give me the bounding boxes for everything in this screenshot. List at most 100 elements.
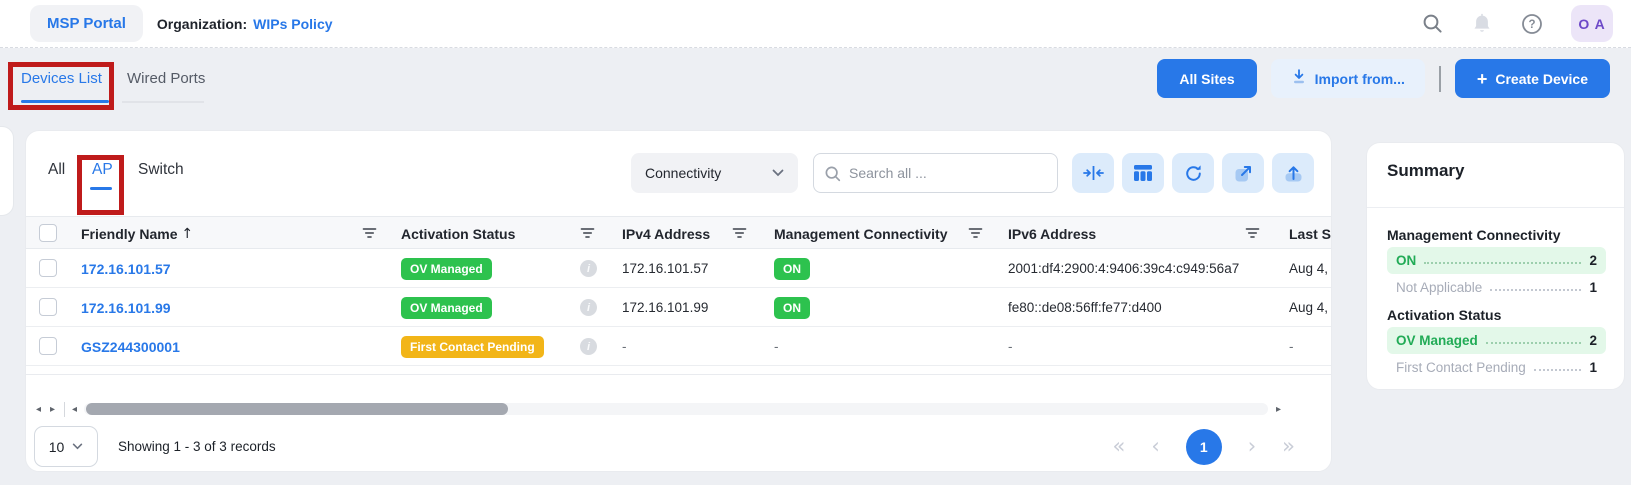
summary-item[interactable]: First Contact Pending 1 bbox=[1387, 354, 1606, 381]
filter-icon[interactable] bbox=[968, 226, 983, 242]
status-badge: OV Managed bbox=[401, 258, 492, 280]
last-page-button[interactable]: » bbox=[1282, 436, 1295, 457]
summary-item-value: 2 bbox=[1589, 333, 1597, 348]
search-icon[interactable] bbox=[1422, 13, 1443, 34]
chevron-down-icon bbox=[72, 443, 83, 450]
filter-icon[interactable] bbox=[362, 226, 377, 242]
previous-page-button[interactable]: ‹ bbox=[1151, 436, 1159, 457]
ipv6-value: 2001:df4:2900:4:9406:39c4:c949:56a7 bbox=[1008, 249, 1239, 288]
page-size-value: 10 bbox=[49, 439, 65, 455]
column-header-ipv6[interactable]: IPv6 Address bbox=[1008, 217, 1096, 250]
scrollbar-thumb[interactable] bbox=[86, 403, 508, 415]
fit-columns-button[interactable] bbox=[1072, 153, 1114, 193]
filter-icon[interactable] bbox=[1245, 226, 1260, 242]
connectivity-filter-value: Connectivity bbox=[645, 165, 721, 181]
column-header-friendly-name[interactable]: Friendly Name ↑ bbox=[81, 217, 193, 250]
row-checkbox[interactable] bbox=[39, 298, 57, 316]
open-in-new-icon bbox=[1234, 164, 1253, 183]
row-checkbox[interactable] bbox=[39, 259, 57, 277]
scroll-left-icon[interactable]: ◂ bbox=[36, 405, 41, 415]
notifications-bell-icon[interactable] bbox=[1471, 13, 1493, 35]
scroll-left-icon[interactable]: ◂ bbox=[72, 405, 77, 415]
dotted-leader bbox=[1486, 342, 1582, 344]
page-tabs-row: Devices List Wired Ports All Sites Impor… bbox=[0, 48, 1631, 116]
scroll-right-icon[interactable]: ▸ bbox=[1276, 405, 1281, 415]
svg-text:?: ? bbox=[1528, 19, 1535, 31]
summary-divider bbox=[1367, 207, 1624, 208]
open-in-new-button[interactable] bbox=[1222, 153, 1264, 193]
devices-list-card: All AP Switch Connectivity Friendly Name… bbox=[25, 130, 1332, 472]
refresh-button[interactable] bbox=[1172, 153, 1214, 193]
ipv4-value: - bbox=[622, 327, 627, 366]
filter-icon[interactable] bbox=[732, 226, 747, 242]
info-icon[interactable]: i bbox=[580, 299, 597, 316]
device-type-tab-switch[interactable]: Switch bbox=[138, 161, 184, 179]
organization-label: Organization: bbox=[157, 16, 247, 32]
summary-panel: Summary Management Connectivity ON 2 Not… bbox=[1366, 142, 1625, 390]
horizontal-scrollbar[interactable] bbox=[84, 403, 1268, 415]
sort-ascending-icon[interactable]: ↑ bbox=[181, 226, 193, 242]
filter-icon[interactable] bbox=[580, 226, 595, 242]
summary-item[interactable]: Not Applicable 1 bbox=[1387, 274, 1606, 301]
tab-wired-ports[interactable]: Wired Ports bbox=[127, 70, 205, 87]
import-from-button[interactable]: Import from... bbox=[1271, 59, 1425, 98]
export-upload-button[interactable] bbox=[1272, 153, 1314, 193]
dotted-leader bbox=[1490, 289, 1581, 291]
connectivity-value: - bbox=[774, 327, 779, 366]
device-name-link[interactable]: GSZ244300001 bbox=[81, 339, 180, 355]
fit-columns-icon bbox=[1083, 164, 1104, 182]
organization-link[interactable]: WIPs Policy bbox=[253, 16, 332, 32]
table-row: GSZ244300001 First Contact Pending i - -… bbox=[26, 327, 1332, 366]
column-header-management-connectivity[interactable]: Management Connectivity bbox=[774, 217, 947, 250]
ipv6-value: fe80::de08:56ff:fe77:d400 bbox=[1008, 288, 1162, 327]
connectivity-badge: ON bbox=[774, 258, 810, 280]
help-icon[interactable]: ? bbox=[1521, 13, 1543, 35]
actions-divider bbox=[1439, 66, 1441, 92]
row-checkbox[interactable] bbox=[39, 337, 57, 355]
table-row: 172.16.101.57 OV Managed i 172.16.101.57… bbox=[26, 249, 1332, 288]
device-name-link[interactable]: 172.16.101.99 bbox=[81, 300, 171, 316]
msp-portal-button[interactable]: MSP Portal bbox=[30, 5, 143, 42]
offscreen-card-edge bbox=[0, 126, 14, 216]
column-header-activation-status[interactable]: Activation Status bbox=[401, 217, 515, 250]
pagination: « ‹ 1 › » bbox=[1112, 426, 1295, 467]
chevron-down-icon bbox=[772, 169, 784, 177]
summary-item-label: Not Applicable bbox=[1396, 280, 1482, 295]
all-sites-button[interactable]: All Sites bbox=[1157, 59, 1256, 98]
scroll-right-icon[interactable]: ▸ bbox=[50, 405, 55, 415]
last-seen-value: Aug 4, bbox=[1289, 249, 1328, 288]
connectivity-filter-select[interactable]: Connectivity bbox=[631, 153, 798, 193]
summary-item-label: First Contact Pending bbox=[1396, 360, 1526, 375]
table-columns-icon bbox=[1134, 165, 1152, 181]
status-badge: First Contact Pending bbox=[401, 336, 544, 358]
inactive-tab-underline bbox=[122, 101, 204, 103]
organization-breadcrumb: Organization: WIPs Policy bbox=[157, 16, 333, 32]
search-input[interactable] bbox=[849, 165, 1029, 181]
avatar[interactable]: O A bbox=[1571, 5, 1613, 42]
summary-section-heading: Activation Status bbox=[1387, 307, 1606, 323]
summary-item[interactable]: OV Managed 2 bbox=[1387, 327, 1606, 354]
dotted-leader bbox=[1534, 369, 1582, 371]
select-all-checkbox[interactable] bbox=[39, 224, 57, 242]
summary-item-label: OV Managed bbox=[1396, 333, 1478, 348]
search-icon bbox=[824, 165, 841, 182]
current-page-button[interactable]: 1 bbox=[1186, 429, 1222, 465]
last-seen-value: Aug 4, bbox=[1289, 288, 1328, 327]
device-type-tab-ap[interactable]: AP bbox=[92, 161, 113, 179]
info-icon[interactable]: i bbox=[580, 260, 597, 277]
page-size-select[interactable]: 10 bbox=[34, 426, 98, 467]
first-page-button[interactable]: « bbox=[1112, 436, 1125, 457]
info-icon[interactable]: i bbox=[580, 338, 597, 355]
create-device-button[interactable]: + Create Device bbox=[1455, 59, 1610, 98]
tab-devices-list[interactable]: Devices List bbox=[21, 70, 102, 87]
next-page-button[interactable]: › bbox=[1248, 436, 1256, 457]
column-header-last-seen[interactable]: Last Se bbox=[1289, 217, 1332, 250]
summary-item[interactable]: ON 2 bbox=[1387, 247, 1606, 274]
columns-settings-button[interactable] bbox=[1122, 153, 1164, 193]
column-header-ipv4[interactable]: IPv4 Address bbox=[622, 217, 710, 250]
plus-icon: + bbox=[1477, 70, 1488, 88]
summary-item-label: ON bbox=[1396, 253, 1416, 268]
ipv4-value: 172.16.101.99 bbox=[622, 288, 708, 327]
device-name-link[interactable]: 172.16.101.57 bbox=[81, 261, 171, 277]
device-type-tab-all[interactable]: All bbox=[48, 161, 65, 179]
